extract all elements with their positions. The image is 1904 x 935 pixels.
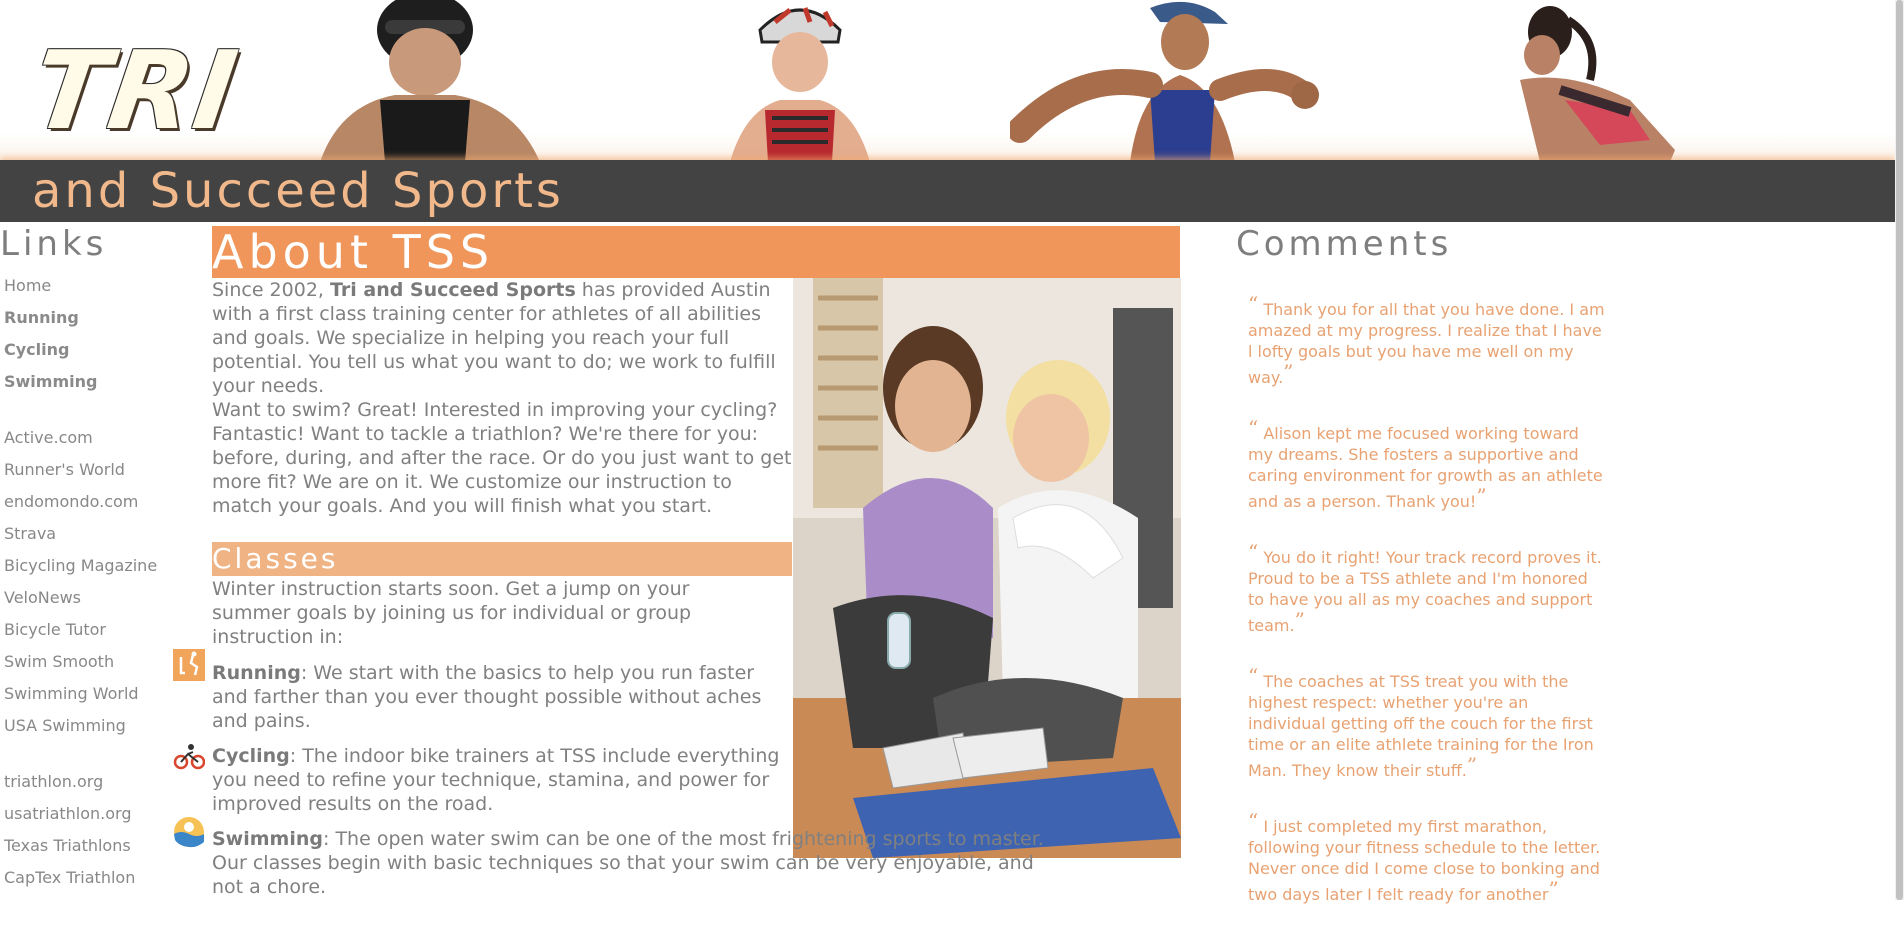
open-quote-icon: “ <box>1248 416 1259 440</box>
open-quote-icon: “ <box>1248 540 1259 564</box>
class-item-running: Running: We start with the basics to hel… <box>212 662 762 732</box>
sidebar-link[interactable]: Swim Smooth <box>4 646 174 678</box>
sidebar-link[interactable]: Active.com <box>4 422 174 454</box>
comment-item: “ Thank you for all that you have done. … <box>1248 294 1606 388</box>
sidebar-link[interactable]: usatriathlon.org <box>4 798 174 830</box>
sidebar-link[interactable]: Bicycling Magazine <box>4 550 174 582</box>
close-quote-icon: ” <box>1466 753 1478 777</box>
class-item-cycling: Cycling: The indoor bike trainers at TSS… <box>212 745 780 815</box>
sidebar-link[interactable]: Swimming World <box>4 678 174 710</box>
about-heading: About TSS <box>212 226 1180 278</box>
runner-athlete-image <box>1010 1 1319 162</box>
classes-intro: Winter instruction starts soon. Get a ju… <box>212 578 692 648</box>
hero-photo <box>793 278 1181 858</box>
sidebar-link[interactable]: CapTex Triathlon <box>4 862 174 894</box>
sidebar-link[interactable]: Texas Triathlons <box>4 830 174 862</box>
sidebar-link[interactable]: triathlon.org <box>4 766 174 798</box>
sidebar-link[interactable]: endomondo.com <box>4 486 174 518</box>
comment-item: “ I just completed my first marathon, fo… <box>1248 811 1606 905</box>
sidebar-link[interactable]: Cycling <box>4 334 174 366</box>
comment-item: “ The coaches at TSS treat you with the … <box>1248 666 1606 781</box>
close-quote-icon: ” <box>1476 484 1487 508</box>
classes-heading: Classes <box>212 542 792 576</box>
close-quote-icon: ” <box>1294 608 1305 632</box>
sidebar-link[interactable]: Runner's World <box>4 454 174 486</box>
female-runner-athlete-image <box>1520 6 1675 162</box>
about-paragraph-2: Want to swim? Great! Interested in impro… <box>212 399 792 517</box>
swimming-icon <box>174 817 204 848</box>
cycling-icon <box>173 744 205 770</box>
comment-item: “ Alison kept me focused working toward … <box>1248 418 1606 512</box>
running-icon <box>173 649 205 681</box>
close-quote-icon: ” <box>1283 360 1294 384</box>
class-item-swimming: Swimming: The open water swim can be one… <box>212 828 1044 898</box>
comment-text: Thank you for all that you have done. I … <box>1248 300 1605 387</box>
links-group-gap <box>4 742 174 766</box>
open-quote-icon: “ <box>1248 664 1259 688</box>
company-name: Tri and Succeed Sports <box>330 279 576 301</box>
links-nav: Home Running Cycling Swimming Active.com Runn… <box>4 270 174 894</box>
sidebar-link[interactable]: Strava <box>4 518 174 550</box>
site-logo[interactable]: TRI <box>25 29 246 154</box>
about-paragraph: Since 2002, Tri and Succeed Sports has p… <box>212 279 792 517</box>
comment-item: “ You do it right! Your track record pro… <box>1248 542 1606 636</box>
links-heading: Links <box>0 224 108 264</box>
site-tagline: and Succeed Sports <box>32 163 564 219</box>
sidebar-link[interactable]: USA Swimming <box>4 710 174 742</box>
sidebar-link[interactable]: Home <box>4 270 174 302</box>
comments-list: “ Thank you for all that you have done. … <box>1248 294 1606 935</box>
scrollbar-thumb[interactable] <box>1896 0 1903 900</box>
open-quote-icon: “ <box>1248 809 1259 833</box>
sidebar-link[interactable]: Swimming <box>4 366 174 398</box>
close-quote-icon: ” <box>1548 877 1559 901</box>
open-quote-icon: “ <box>1248 292 1259 316</box>
sidebar-link[interactable]: VeloNews <box>4 582 174 614</box>
links-group-gap <box>4 398 174 422</box>
cyclist-athlete-image <box>730 7 870 162</box>
sidebar-link[interactable]: Running <box>4 302 174 334</box>
site-banner: TRI and Succeed Sports <box>0 0 1895 222</box>
sidebar-link[interactable]: Bicycle Tutor <box>4 614 174 646</box>
comment-text: Alison kept me focused working toward my… <box>1248 424 1603 511</box>
comments-heading: Comments <box>1236 224 1453 264</box>
comment-text: The coaches at TSS treat you with the hi… <box>1248 672 1594 780</box>
swimmer-athlete-image <box>320 0 540 162</box>
